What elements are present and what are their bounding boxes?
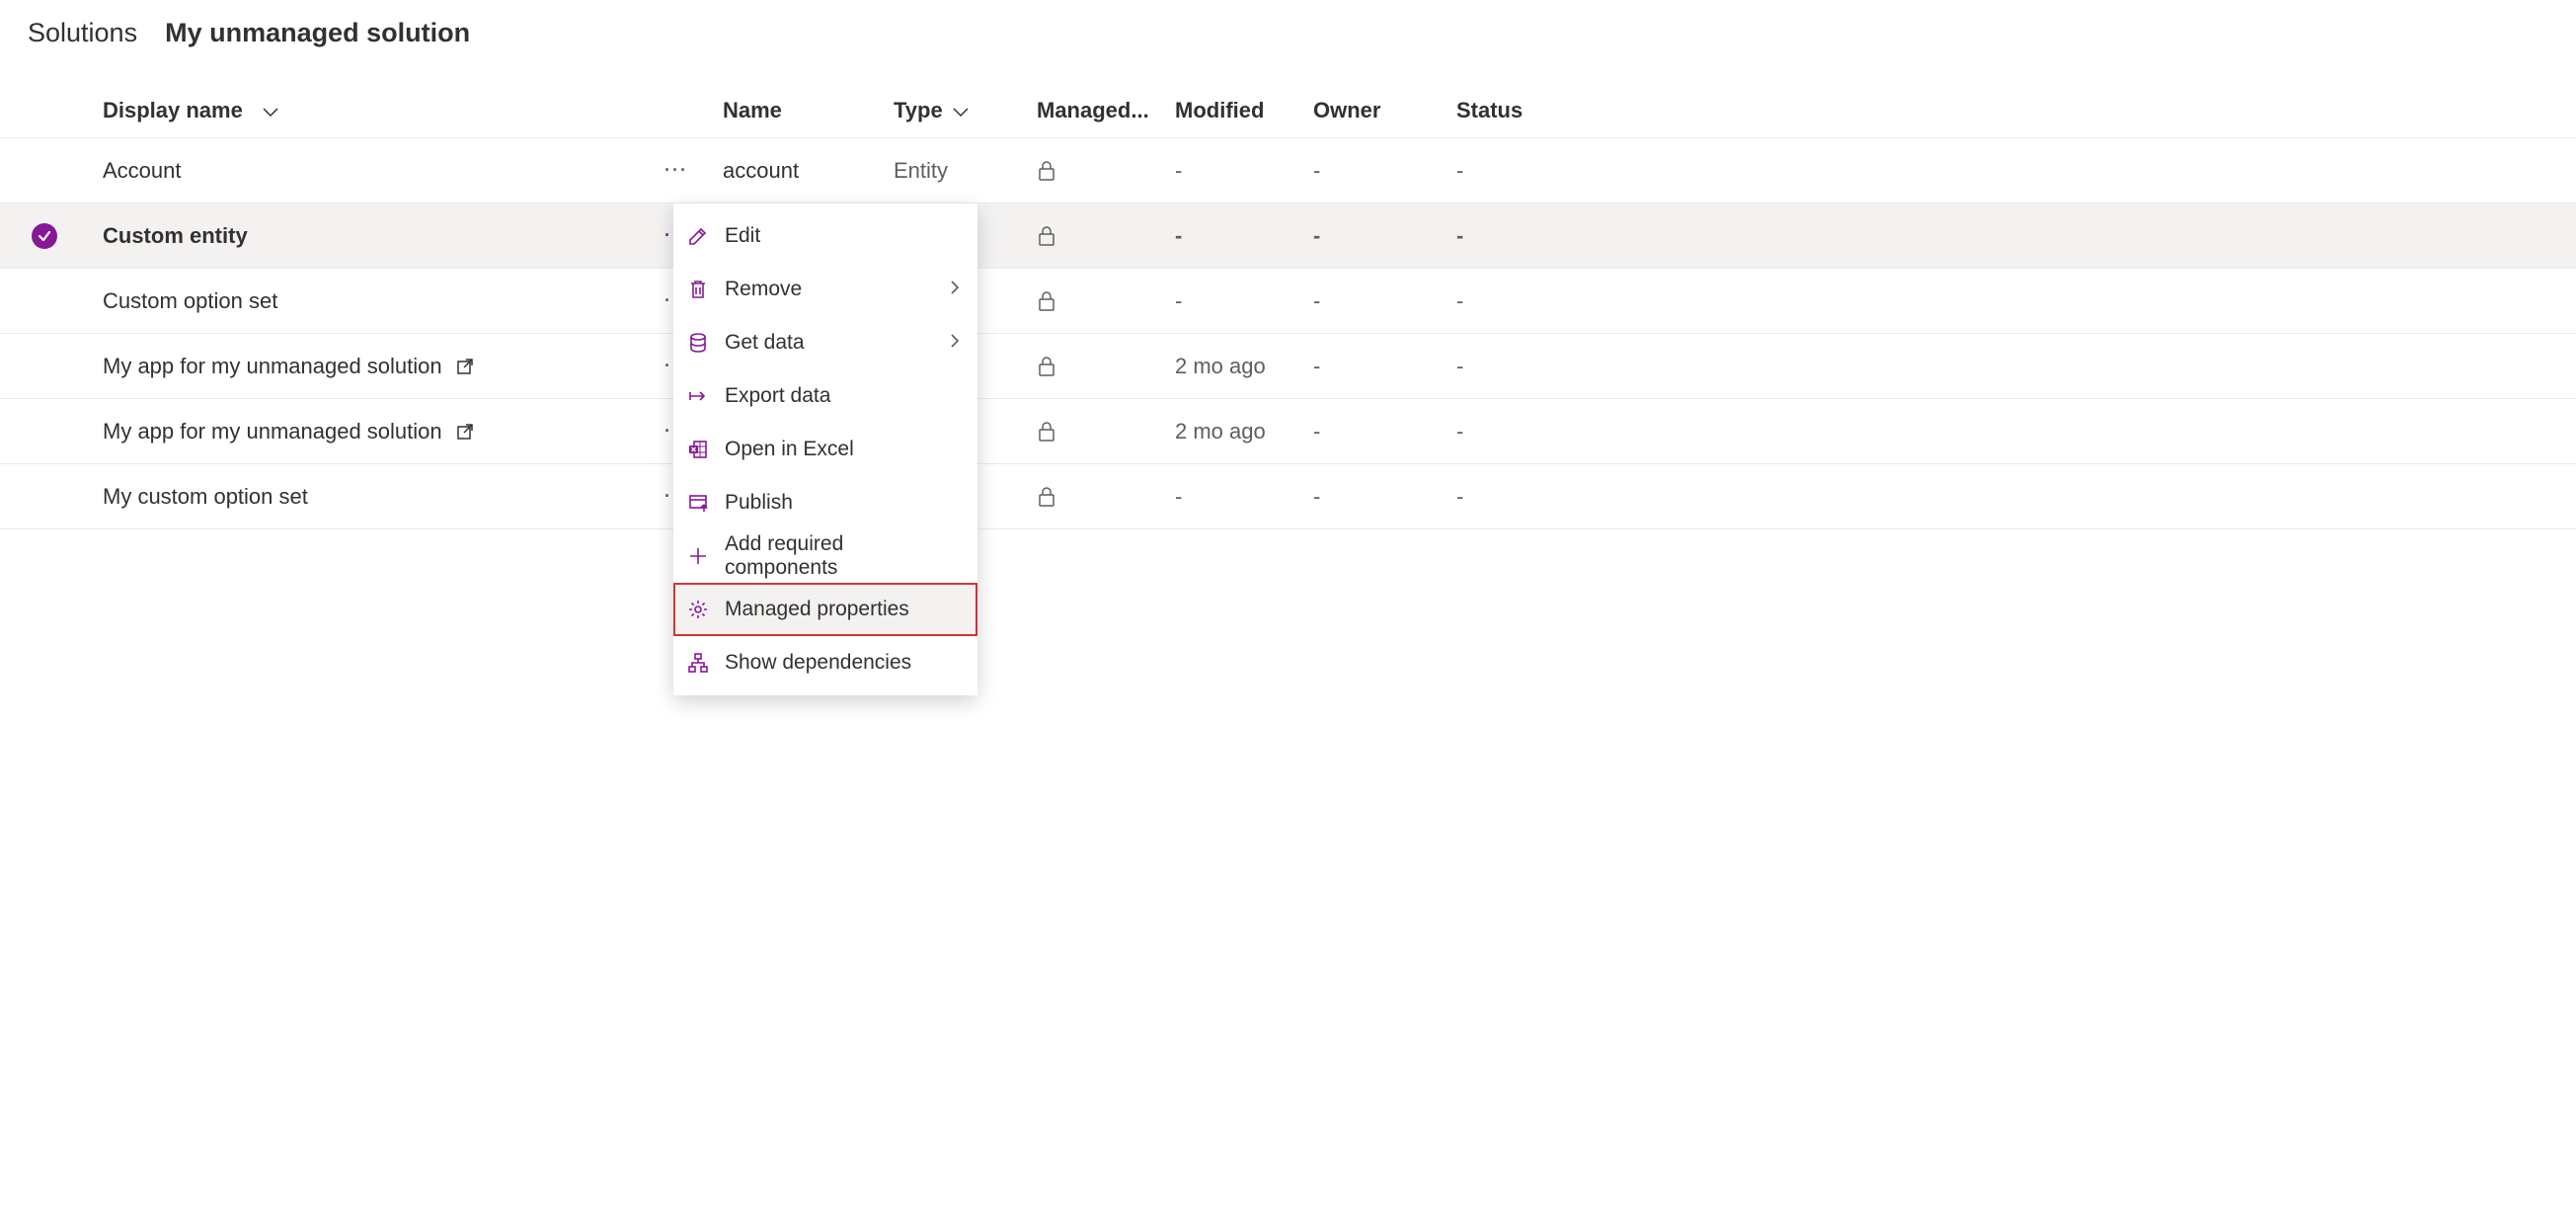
row-display-name[interactable]: Custom option set xyxy=(103,288,277,314)
row-owner: - xyxy=(1313,288,1456,314)
chevron-right-icon xyxy=(950,331,960,355)
publish-icon xyxy=(687,492,709,514)
menu-item-open-excel[interactable]: Open in Excel xyxy=(673,423,977,476)
table-row[interactable]: Custom entity ··· - - - xyxy=(0,203,2576,269)
row-modified: - xyxy=(1175,288,1313,314)
row-display-name[interactable]: My custom option set xyxy=(103,484,308,510)
edit-icon xyxy=(687,225,709,247)
lock-icon xyxy=(1037,160,1056,182)
table-row[interactable]: My custom option set ··· et - - - xyxy=(0,464,2576,529)
chevron-down-icon xyxy=(953,98,969,123)
row-status: - xyxy=(1456,223,1545,249)
row-modified: - xyxy=(1175,158,1313,184)
row-type: Entity xyxy=(894,158,1037,184)
row-status: - xyxy=(1456,419,1545,444)
chevron-right-icon xyxy=(950,278,960,301)
export-arrow-icon xyxy=(687,385,709,407)
menu-item-managed-properties[interactable]: Managed properties xyxy=(673,583,977,636)
table-row[interactable]: Account ··· account Entity - - - xyxy=(0,138,2576,203)
database-icon xyxy=(687,332,709,354)
table-header-row: Display name Name Type Managed... Modifi… xyxy=(0,84,2576,138)
plus-icon xyxy=(687,545,709,567)
column-header-modified[interactable]: Modified xyxy=(1175,98,1313,123)
trash-icon xyxy=(687,279,709,300)
menu-item-export-data[interactable]: Export data xyxy=(673,369,977,423)
chevron-down-icon xyxy=(263,98,278,123)
row-name: account xyxy=(691,158,894,184)
components-table: Display name Name Type Managed... Modifi… xyxy=(0,84,2576,529)
row-modified: - xyxy=(1175,223,1313,249)
column-header-managed[interactable]: Managed... xyxy=(1037,98,1175,123)
column-header-owner[interactable]: Owner xyxy=(1313,98,1456,123)
menu-item-show-dependencies[interactable]: Show dependencies xyxy=(673,636,977,689)
table-row[interactable]: My app for my unmanaged solution ··· ens… xyxy=(0,399,2576,464)
column-header-name[interactable]: Name xyxy=(691,98,894,123)
lock-icon xyxy=(1037,290,1056,312)
lock-icon xyxy=(1037,225,1056,247)
row-display-name[interactable]: My app for my unmanaged solution xyxy=(103,354,442,379)
external-link-icon xyxy=(456,358,474,375)
row-owner: - xyxy=(1313,484,1456,510)
row-status: - xyxy=(1456,288,1545,314)
row-modified: 2 mo ago xyxy=(1175,354,1313,379)
row-display-name[interactable]: Account xyxy=(103,158,182,184)
external-link-icon xyxy=(456,423,474,441)
menu-item-get-data[interactable]: Get data xyxy=(673,316,977,369)
lock-icon xyxy=(1037,486,1056,508)
lock-icon xyxy=(1037,421,1056,443)
breadcrumb-current: My unmanaged solution xyxy=(165,18,470,48)
row-display-name[interactable]: Custom entity xyxy=(103,223,248,249)
excel-icon xyxy=(687,439,709,460)
column-header-status[interactable]: Status xyxy=(1456,98,1545,123)
menu-item-add-required[interactable]: Add required components xyxy=(673,529,977,583)
row-status: - xyxy=(1456,484,1545,510)
column-header-display-name[interactable]: Display name xyxy=(89,98,662,123)
hierarchy-icon xyxy=(687,652,709,674)
breadcrumb: Solutions My unmanaged solution xyxy=(0,0,2576,84)
menu-item-publish[interactable]: Publish xyxy=(673,476,977,529)
row-modified: 2 mo ago xyxy=(1175,419,1313,444)
menu-item-edit[interactable]: Edit xyxy=(673,209,977,263)
column-header-type[interactable]: Type xyxy=(894,98,1037,123)
table-row[interactable]: My app for my unmanaged solution ··· ive… xyxy=(0,334,2576,399)
lock-icon xyxy=(1037,356,1056,377)
menu-item-remove[interactable]: Remove xyxy=(673,263,977,316)
row-status: - xyxy=(1456,354,1545,379)
context-menu: Edit Remove Get data xyxy=(673,203,977,695)
row-modified: - xyxy=(1175,484,1313,510)
row-status: - xyxy=(1456,158,1545,184)
row-owner: - xyxy=(1313,354,1456,379)
row-owner: - xyxy=(1313,223,1456,249)
gear-icon xyxy=(687,599,709,620)
row-owner: - xyxy=(1313,419,1456,444)
breadcrumb-parent-link[interactable]: Solutions xyxy=(28,18,137,48)
row-display-name[interactable]: My app for my unmanaged solution xyxy=(103,419,442,444)
more-actions-icon[interactable]: ··· xyxy=(664,160,688,181)
row-owner: - xyxy=(1313,158,1456,184)
table-row[interactable]: Custom option set ··· et - - - xyxy=(0,269,2576,334)
selected-check-icon[interactable] xyxy=(32,223,57,249)
